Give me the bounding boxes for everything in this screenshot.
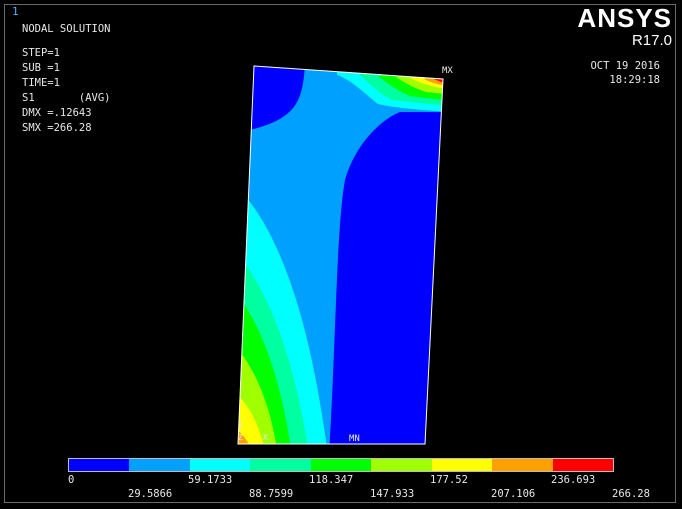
legend-label-1: 29.5866: [128, 488, 173, 500]
max-marker-label: MX: [442, 66, 453, 76]
legend-label-0: 0: [68, 474, 75, 486]
legend-swatch-1: [69, 459, 130, 471]
contour-plot[interactable]: MX MN Y Z X: [0, 0, 682, 509]
triad-y-label: Y: [238, 421, 243, 430]
triad-z-label: Z: [238, 433, 243, 442]
legend-color-bar: [68, 458, 614, 472]
legend-label-6: 177.52: [430, 474, 468, 486]
contour-legend: 0 59.1733 118.347 177.52 236.693 29.5866…: [68, 458, 650, 500]
legend-swatch-7: [431, 459, 493, 471]
legend-label-2: 59.1733: [188, 474, 233, 486]
legend-label-5: 147.933: [370, 488, 415, 500]
legend-label-3: 88.7599: [249, 488, 294, 500]
legend-swatch-5: [310, 459, 372, 471]
legend-label-4: 118.347: [309, 474, 354, 486]
legend-swatch-9: [552, 459, 613, 471]
legend-swatch-6: [371, 459, 432, 471]
legend-label-8: 236.693: [551, 474, 596, 486]
legend-swatch-8: [492, 459, 553, 471]
contour-bands: [238, 66, 443, 444]
legend-label-7: 207.106: [491, 488, 536, 500]
legend-swatch-2: [129, 459, 190, 471]
legend-label-9: 266.28: [612, 488, 650, 500]
min-marker-label: MN: [349, 434, 360, 444]
legend-swatch-4: [250, 459, 311, 471]
triad-x-label: X: [263, 433, 268, 442]
legend-swatch-3: [189, 459, 251, 471]
